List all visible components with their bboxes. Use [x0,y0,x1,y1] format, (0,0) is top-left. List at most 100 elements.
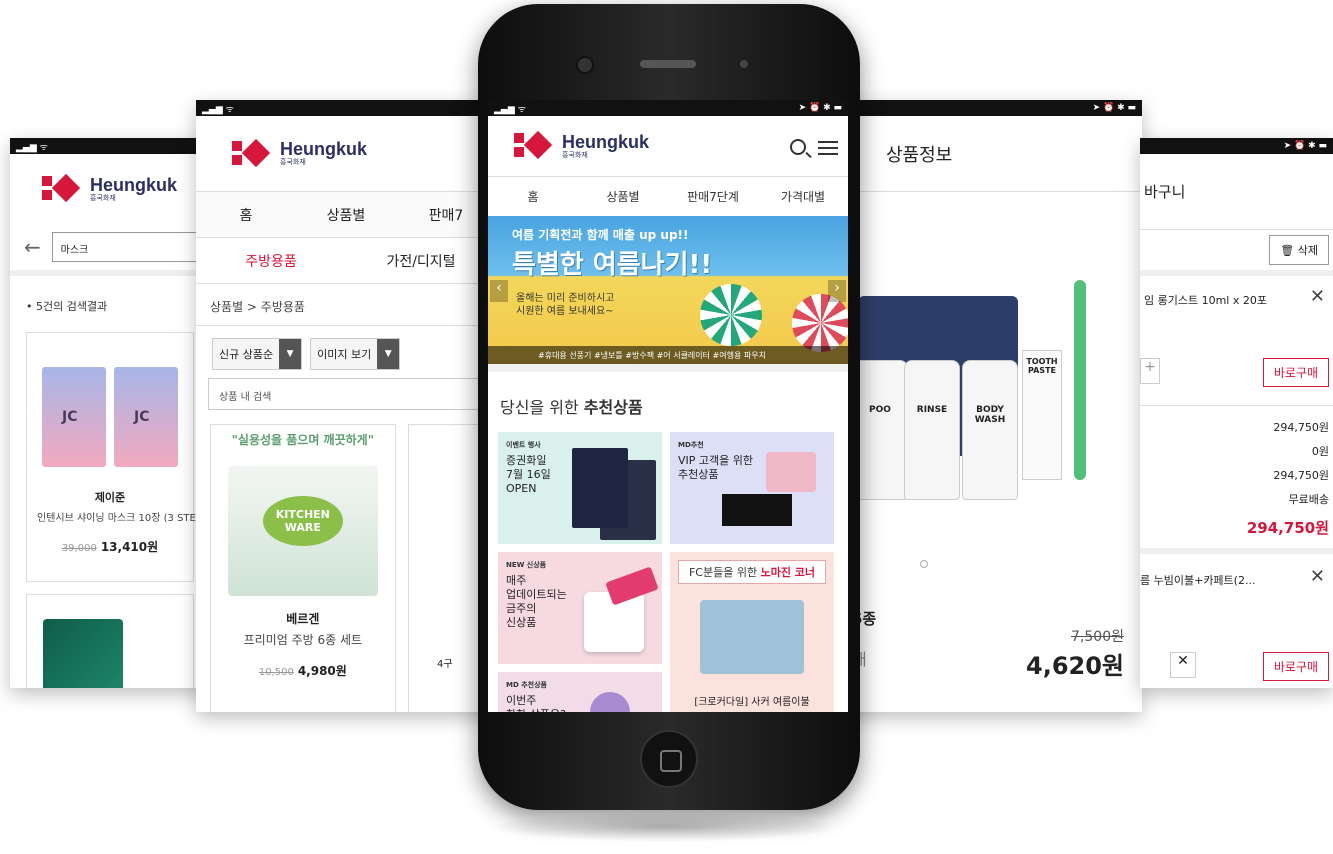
sale-price: 13,410원 [100,540,159,554]
order-total: 294,750원 [1246,519,1329,537]
logo-mark-icon [42,173,82,203]
logo-name: Heungkuk [562,131,650,152]
delete-button[interactable]: 🗑 삭제 [1269,235,1329,265]
main-nav: 홈 상품별 판매7단계 가격대별 [488,176,848,216]
filter-bar: 신규 상품순 ▼ 이미지 보기 ▼ [196,326,496,378]
original-price: 39,000 [61,543,97,554]
search-row: ← 마스크 [10,224,210,276]
chevron-right-icon[interactable]: › [828,280,846,302]
tab-home[interactable]: 홈 [488,188,578,205]
signal-icon: ▂▄▆ ᯤ [202,104,234,115]
logo-subtitle: 흥국화재 [90,193,116,202]
buy-now-button[interactable]: 바로구매 [1262,652,1329,681]
recommendation-tile[interactable]: NEW 신상품 매주 업데이트되는 금주의 신상품 [498,552,662,664]
recommendation-tile[interactable]: FC분들을 위한 노마진 코너 [크로커다일] 사커 여름이불 [670,552,834,712]
order-summary: 294,750원 0원 294,750원 무료배송 294,750원 [1140,406,1333,540]
signal-icon: ▂▄▆ ᯤ [16,142,48,153]
buy-now-button[interactable]: 바로구매 [1262,358,1329,387]
cart-item: 임 롱기스트 10ml x 20포 ✕ + 바로구매 [1140,276,1333,406]
brand-logo[interactable]: Heungkuk 흥국화재 [42,173,178,203]
search-input[interactable]: 마스크 [51,232,210,262]
cart-screen: ➤ ⏰ ✱ ▬ 바구니 🗑 삭제 임 롱기스트 10ml x 20포 ✕ + 바… [1140,138,1333,688]
sale-price: 4,620원 [1026,652,1124,680]
beach-umbrella-icon [792,294,848,352]
speaker-grill [640,60,696,68]
promo-banner[interactable]: 여름 기획전과 함께 매출 up up!! 특별한 여름나기!! 올해는 미리 … [488,216,848,364]
remove-button[interactable]: ✕ [1170,652,1196,678]
recommendation-tile[interactable]: 이벤트 행사 증권화일 7월 16일 OPEN [498,432,662,544]
price-row: 39,000 13,410원 [37,538,183,555]
tab-price-range[interactable]: 가격대별 [758,188,848,205]
tab-sales-steps[interactable]: 판매7단계 [668,188,758,205]
product-name: 프리미엄 주방 6종 세트 [243,633,363,647]
chevron-down-icon: ▼ [279,339,302,369]
banner-hashtags: #휴대용 선풍기 #냉보틀 #방수팩 #어 서큘레이터 #여행용 파우치 [488,346,848,364]
page-title: 상품정보 [842,116,1142,192]
page-title: 바구니 [1140,154,1333,230]
sort-dropdown[interactable]: 신규 상품순 ▼ [212,338,303,370]
bottle-shampoo: POO [852,360,908,500]
in-category-search-input[interactable]: 상품 내 검색 [208,378,484,410]
product-name: 인텐시브 샤이닝 마스크 10장 (3 STEP) [37,513,206,524]
banner-title: 특별한 여름나기!! [512,250,713,280]
product-card[interactable] [26,594,194,688]
tile-ribbon: FC분들을 위한 노마진 코너 [678,560,826,584]
back-arrow-icon[interactable]: ← [24,235,52,259]
product-image [42,367,106,467]
product-brand: 베르겐 [286,612,320,626]
product-image [700,600,804,674]
tab-electronics[interactable]: 가전/디지털 [346,251,496,271]
logo-name: Heungkuk [90,174,178,195]
status-bar: ▂▄▆ ᯤ [10,138,210,154]
status-bar: ➤ ⏰ ✱ ▬ [842,100,1142,116]
logo-mark-icon [232,138,272,167]
category-tabs: 주방용품 가전/디지털 [196,238,496,284]
chevron-left-icon[interactable]: ‹ [490,280,508,302]
search-icon[interactable] [790,139,806,155]
product-brand: 제이준 [94,491,126,504]
recommendation-tile[interactable]: MD 추천상품 이번주 한한 상품은? [498,672,662,712]
product-card[interactable]: "실용성을 품으며 깨끗하게" KITCHEN WARE 베르겐 프리미엄 주방… [210,424,396,712]
product-slogan: "실용성을 품으며 깨끗하게" [231,433,374,447]
banner-text: 올해는 미리 준비하시고 시원한 여름 보내세요~ [516,293,615,317]
banner-subtitle: 여름 기획전과 함께 매출 up up!! [512,228,689,242]
app-header: Heungkuk 흥국화재 [488,116,848,176]
tab-kitchen[interactable]: 주방용품 [196,251,346,271]
cart-item: 름 누빔이불+카페트(2... ✕ ✕ 바로구매 [1140,548,1333,681]
brand-logo[interactable]: Heungkuk 흥국화재 [232,138,368,167]
app-header: Heungkuk 흥국화재 [196,116,496,192]
tab-products[interactable]: 상품별 [296,205,396,225]
product-card[interactable]: 제이준 인텐시브 샤이닝 마스크 10장 (3 STEP) 39,00013,4… [26,332,206,582]
view-dropdown[interactable]: 이미지 보기 ▼ [310,338,401,370]
carousel-dot[interactable] [920,560,928,568]
product-detail-screen: ➤ ⏰ ✱ ▬ 상품정보 POO RINSE BODY WASH TOOTH P… [842,100,1142,712]
recommendation-tile[interactable]: MD추천 VIP 고객을 위한 추천상품 [670,432,834,544]
result-count: • 5건의 검색결과 [26,300,108,313]
breadcrumb: 상품별 > 주방용품 [196,284,496,326]
section-title: 당신을 위한 추천상품 [488,364,848,432]
logo-mark-icon [514,130,554,160]
toothpaste-tube: TOOTH PASTE [1022,350,1062,480]
battery-icon: ➤ ⏰ ✱ ▬ [1092,103,1136,113]
screenshot-collage: ▂▄▆ ᯤ Heungkuk흥국화재 ← 마스크 • 5건의 검색결과 제이준 … [0,0,1333,854]
beach-umbrella-icon [700,284,762,346]
bottle-rinse: RINSE [904,360,960,500]
tab-products[interactable]: 상품별 [578,188,668,205]
tab-home[interactable]: 홈 [196,205,296,225]
phone-shadow [490,812,840,842]
status-bar: ➤ ⏰ ✱ ▬ [1140,138,1333,154]
logo-subtitle: 흥국화재 [280,158,306,166]
camera-icon [576,56,594,74]
product-card[interactable]: 4구 [407,424,482,712]
gift-box-icon [766,452,816,492]
logo-name: Heungkuk [280,139,368,159]
status-bar: ▂▄▆ ᯤ ➤ ⏰ ✱ ▬ [488,100,848,116]
close-icon[interactable]: ✕ [1310,566,1325,587]
menu-icon[interactable] [818,141,838,155]
quantity-plus-button[interactable]: + [1140,358,1160,384]
battery-icon: ➤ ⏰ ✱ ▬ [798,103,842,113]
home-button[interactable] [640,730,698,788]
gift-card [722,494,792,526]
brand-logo[interactable]: Heungkuk 흥국화재 [514,130,650,160]
close-icon[interactable]: ✕ [1310,286,1325,307]
